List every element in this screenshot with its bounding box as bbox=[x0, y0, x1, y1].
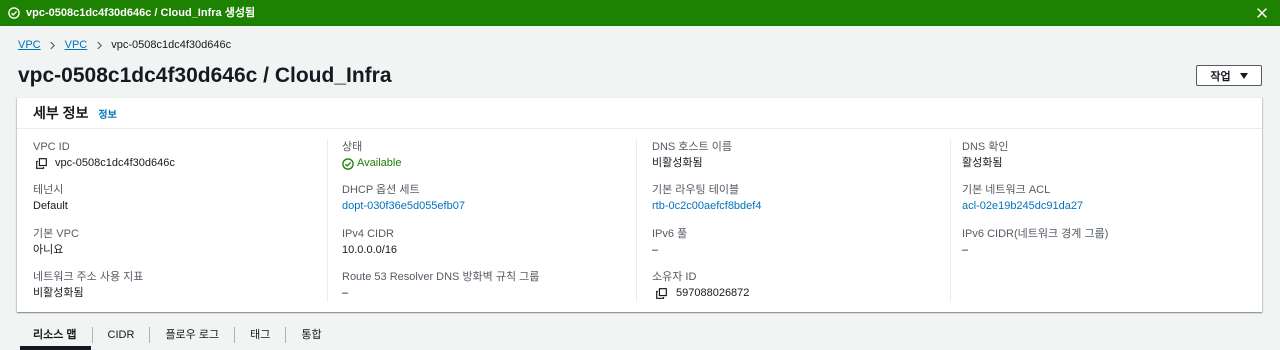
field-value-row: Available bbox=[342, 155, 626, 172]
field-owner-id: 소유자 ID 597088026872 bbox=[652, 269, 936, 312]
field-value: vpc-0508c1dc4f30d646c bbox=[55, 157, 175, 169]
field-value: – bbox=[962, 243, 969, 256]
actions-button-label: 작업 bbox=[1210, 70, 1231, 83]
details-panel-header: 세부 정보 정보 bbox=[17, 98, 1262, 129]
field-value-row: 597088026872 bbox=[652, 285, 936, 302]
field-value: – bbox=[652, 243, 659, 256]
field-ipv6-cidr: IPv6 CIDR(네트워크 경계 그룹) – bbox=[962, 226, 1246, 269]
field-dns-hostnames: DNS 호스트 이름 비활성화됨 bbox=[652, 139, 936, 182]
details-column-4: DNS 확인 활성화됨 기본 네트워크 ACL acl-02e19b245dc9… bbox=[962, 139, 1246, 269]
actions-button[interactable]: 작업 bbox=[1196, 65, 1262, 86]
field-main-route-table: 기본 라우팅 테이블 rtb-0c2c00aefcf8bdef4 bbox=[652, 182, 936, 225]
field-value: Available bbox=[357, 157, 402, 169]
field-vpc-id: VPC ID vpc-0508c1dc4f30d646c bbox=[33, 139, 317, 182]
field-tenancy: 테넌시 Default bbox=[33, 182, 317, 225]
banner-message: vpc-0508c1dc4f30d646c / Cloud_Infra 생성됨 bbox=[26, 7, 256, 19]
field-network-address-usage-metrics: 네트워크 주소 사용 지표 비활성화됨 bbox=[33, 269, 317, 312]
field-value: 비활성화됨 bbox=[33, 287, 84, 300]
breadcrumb-vpc-list-link[interactable]: VPC bbox=[65, 39, 88, 51]
tab-integrations[interactable]: 통합 bbox=[286, 326, 336, 344]
column-divider bbox=[636, 139, 637, 302]
field-route53-resolver-dns-firewall: Route 53 Resolver DNS 방화벽 규칙 그룹 – bbox=[342, 269, 626, 312]
field-label: Route 53 Resolver DNS 방화벽 규칙 그룹 bbox=[342, 271, 540, 284]
field-ipv4-cidr: IPv4 CIDR 10.0.0.0/16 bbox=[342, 226, 626, 269]
field-label: IPv4 CIDR bbox=[342, 227, 394, 240]
breadcrumb-current: vpc-0508c1dc4f30d646c bbox=[111, 39, 232, 51]
field-value: Default bbox=[33, 200, 68, 213]
check-circle-icon bbox=[8, 7, 20, 19]
field-value-row: vpc-0508c1dc4f30d646c bbox=[33, 155, 317, 172]
field-label: IPv6 CIDR(네트워크 경계 그룹) bbox=[962, 227, 1109, 240]
breadcrumb-vpc-link[interactable]: VPC bbox=[18, 39, 41, 51]
field-value: 597088026872 bbox=[676, 287, 750, 300]
field-label: DNS 확인 bbox=[962, 141, 1009, 153]
field-value: 활성화됨 bbox=[962, 157, 1003, 169]
copy-icon[interactable] bbox=[36, 158, 47, 169]
field-label: DHCP 옵션 세트 bbox=[342, 184, 420, 197]
tab-bar: 리소스 맵 CIDR 플로우 로그 태그 통합 bbox=[18, 326, 337, 344]
field-label: 기본 라우팅 테이블 bbox=[652, 184, 740, 197]
field-label: IPv6 풀 bbox=[652, 227, 688, 240]
field-label: 기본 VPC bbox=[33, 227, 79, 240]
field-label: 상태 bbox=[342, 141, 363, 153]
dhcp-option-set-link[interactable]: dopt-030f36e5d055efb07 bbox=[342, 198, 465, 215]
close-icon[interactable] bbox=[1255, 6, 1269, 20]
field-dns-resolution: DNS 확인 활성화됨 bbox=[962, 139, 1246, 182]
field-ipv6-pool: IPv6 풀 – bbox=[652, 226, 936, 269]
field-label: 소유자 ID bbox=[652, 271, 697, 284]
success-banner: vpc-0508c1dc4f30d646c / Cloud_Infra 생성됨 bbox=[0, 0, 1280, 26]
field-default-vpc: 기본 VPC 아니요 bbox=[33, 226, 317, 269]
tab-resource-map[interactable]: 리소스 맵 bbox=[18, 326, 92, 344]
column-divider bbox=[327, 139, 328, 302]
chevron-right-icon bbox=[87, 36, 111, 54]
details-panel: 세부 정보 정보 VPC ID vpc-0508c1dc4f30d646c 테넌… bbox=[17, 97, 1262, 312]
field-label: 네트워크 주소 사용 지표 bbox=[33, 271, 144, 284]
field-value: 10.0.0.0/16 bbox=[342, 243, 398, 256]
page-title: vpc-0508c1dc4f30d646c / Cloud_Infra bbox=[18, 64, 392, 87]
tab-cidr[interactable]: CIDR bbox=[93, 326, 150, 344]
caret-down-icon bbox=[1239, 72, 1248, 79]
field-label: VPC ID bbox=[33, 141, 70, 153]
field-dhcp-option-set: DHCP 옵션 세트 dopt-030f36e5d055efb07 bbox=[342, 182, 626, 225]
active-tab-indicator bbox=[20, 346, 91, 350]
field-label: 기본 네트워크 ACL bbox=[962, 184, 1051, 197]
details-title: 세부 정보 bbox=[33, 105, 89, 121]
field-label: DNS 호스트 이름 bbox=[652, 141, 732, 153]
column-divider bbox=[950, 139, 951, 302]
status-success-icon bbox=[342, 157, 354, 170]
field-value: 아니요 bbox=[33, 243, 64, 256]
field-state: 상태 Available bbox=[342, 139, 626, 182]
field-label: 테넌시 bbox=[33, 184, 64, 197]
details-column-2: 상태 Available DHCP 옵션 세트 dopt-030f36e5d05… bbox=[342, 139, 626, 313]
tab-tags[interactable]: 태그 bbox=[235, 326, 285, 344]
details-column-1: VPC ID vpc-0508c1dc4f30d646c 테넌시 Default… bbox=[33, 139, 317, 313]
main-route-table-link[interactable]: rtb-0c2c00aefcf8bdef4 bbox=[652, 198, 761, 215]
field-value: – bbox=[342, 287, 349, 300]
chevron-right-icon bbox=[41, 36, 65, 54]
main-network-acl-link[interactable]: acl-02e19b245dc91da27 bbox=[962, 198, 1083, 215]
copy-icon[interactable] bbox=[656, 288, 667, 300]
field-value: 비활성화됨 bbox=[652, 157, 703, 169]
details-column-3: DNS 호스트 이름 비활성화됨 기본 라우팅 테이블 rtb-0c2c00ae… bbox=[652, 139, 936, 313]
breadcrumb: VPC VPC vpc-0508c1dc4f30d646c bbox=[18, 36, 231, 54]
tab-flow-logs[interactable]: 플로우 로그 bbox=[150, 326, 234, 344]
field-main-network-acl: 기본 네트워크 ACL acl-02e19b245dc91da27 bbox=[962, 182, 1246, 225]
info-link[interactable]: 정보 bbox=[98, 106, 116, 121]
